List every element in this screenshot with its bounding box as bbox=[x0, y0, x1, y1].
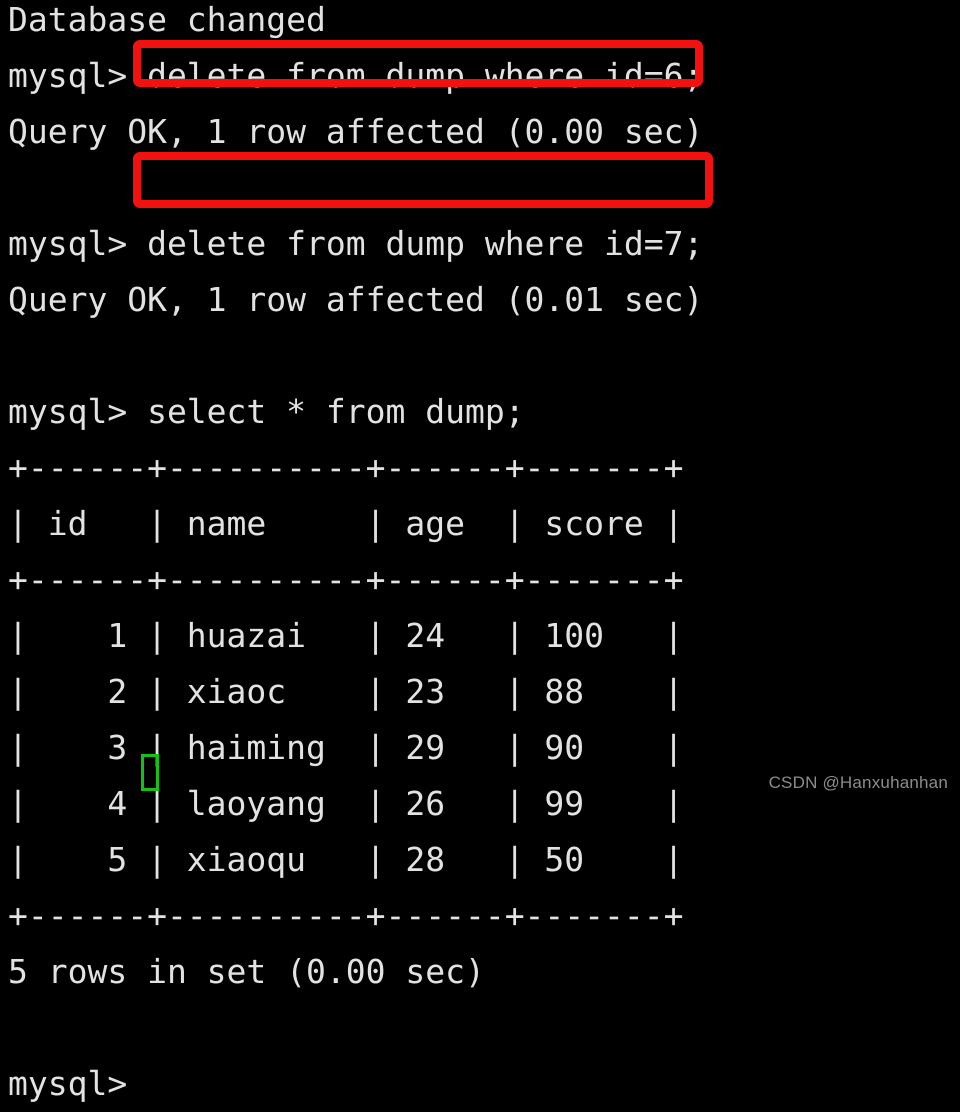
table-row: | 5 | xiaoqu | 28 | 50 | bbox=[8, 840, 684, 879]
terminal-output: Database changed mysql> delete from dump… bbox=[8, 0, 960, 1112]
terminal-prompt[interactable]: mysql> bbox=[8, 1056, 960, 1112]
terminal-line-command-delete-id7: mysql> delete from dump where id=7; bbox=[8, 224, 704, 263]
table-border-mid: +------+----------+------+-------+ bbox=[8, 560, 684, 599]
row-count-status: 5 rows in set (0.00 sec) bbox=[8, 952, 485, 991]
table-header-row: | id | name | age | score | bbox=[8, 504, 684, 543]
table-row: | 2 | xiaoc | 23 | 88 | bbox=[8, 672, 684, 711]
terminal-line-query-ok-1: Query OK, 1 row affected (0.00 sec) bbox=[8, 112, 704, 151]
text-cursor bbox=[141, 754, 159, 791]
csdn-watermark: CSDN @Hanxuhanhan bbox=[768, 773, 948, 792]
table-border-bottom: +------+----------+------+-------+ bbox=[8, 896, 684, 935]
terminal-line-command-delete-id6: mysql> delete from dump where id=6; bbox=[8, 56, 704, 95]
table-row: | 1 | huazai | 24 | 100 | bbox=[8, 616, 684, 655]
terminal-line: Database changed bbox=[8, 0, 326, 39]
terminal-line-query-ok-2: Query OK, 1 row affected (0.01 sec) bbox=[8, 280, 704, 319]
table-border-top: +------+----------+------+-------+ bbox=[8, 448, 684, 487]
terminal-line-command-select: mysql> select * from dump; bbox=[8, 392, 525, 431]
terminal-window[interactable]: Database changed mysql> delete from dump… bbox=[0, 0, 960, 1103]
